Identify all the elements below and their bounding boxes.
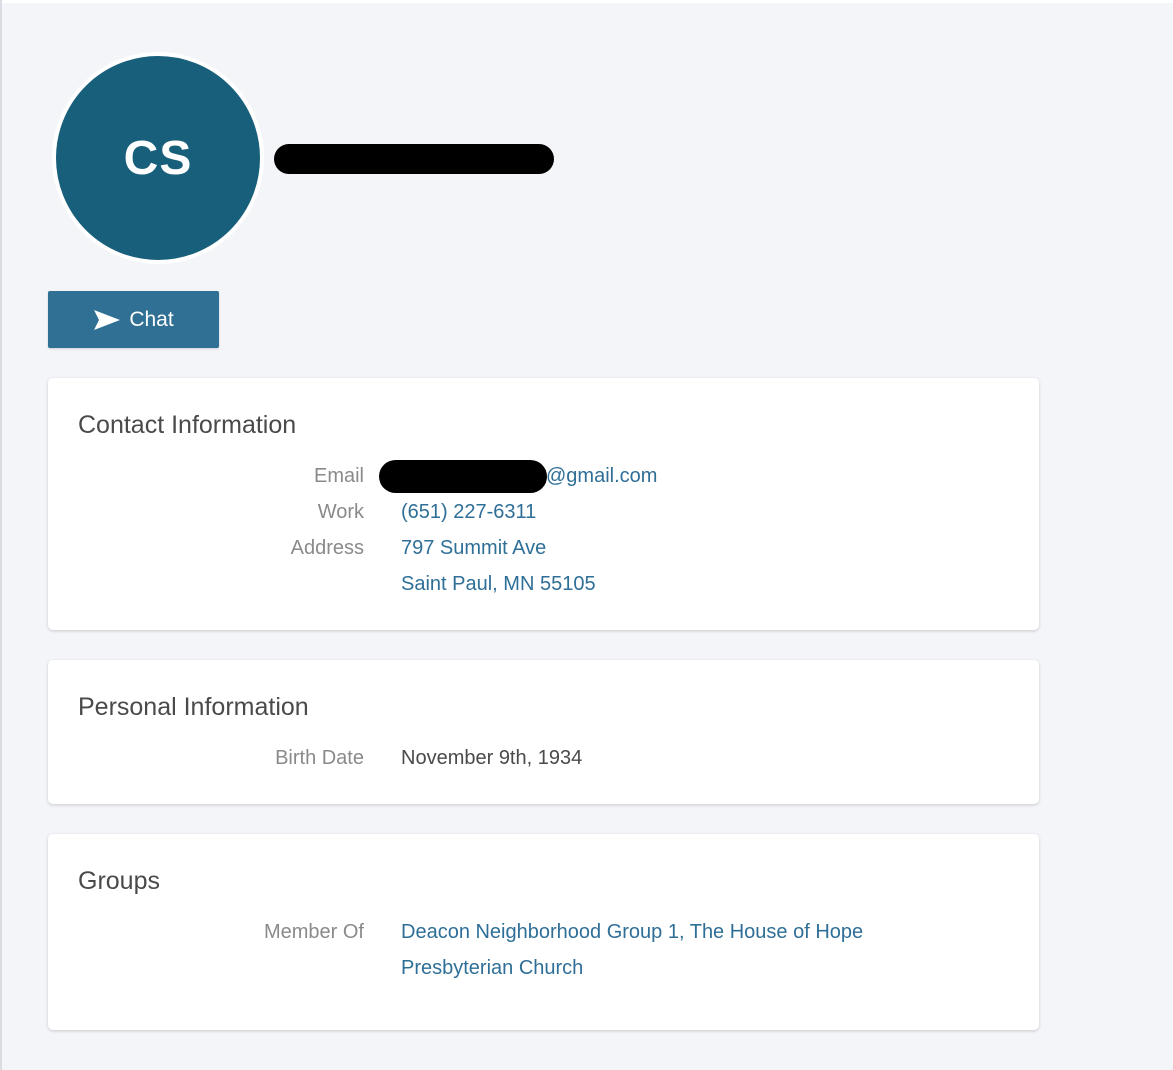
email-link[interactable]: @gmail.com xyxy=(546,458,657,494)
work-label: Work xyxy=(317,501,364,523)
member-of-row: Member Of Deacon Neighborhood Group 1, T… xyxy=(48,914,1039,950)
personal-information-title: Personal Information xyxy=(78,693,309,721)
address-label: Address xyxy=(290,537,364,559)
left-rule xyxy=(0,0,2,1070)
work-phone-link[interactable]: (651) 227-6311 xyxy=(401,494,536,530)
personal-information-card: Personal Information Birth Date November… xyxy=(48,660,1039,804)
chat-button[interactable]: Chat xyxy=(48,291,219,348)
address-line2-link[interactable]: Saint Paul, MN 55105 xyxy=(401,566,596,602)
avatar-initials: CS xyxy=(123,131,193,185)
contact-information-card: Contact Information Email @gmail.com Wor… xyxy=(48,378,1039,630)
profile-name xyxy=(274,136,564,184)
birth-date-label: Birth Date xyxy=(275,747,364,769)
member-of-line1-link[interactable]: Deacon Neighborhood Group 1, The House o… xyxy=(401,914,863,950)
profile-header: CS xyxy=(52,52,752,272)
name-redaction xyxy=(274,144,554,174)
birth-date-row: Birth Date November 9th, 1934 xyxy=(48,740,1039,776)
send-icon xyxy=(94,309,121,330)
groups-title: Groups xyxy=(78,867,160,895)
member-of-label: Member Of xyxy=(263,921,364,943)
member-of-line2-link[interactable]: Presbyterian Church xyxy=(401,950,583,986)
email-row: Email @gmail.com xyxy=(48,458,1039,494)
address-row-2: Saint Paul, MN 55105 xyxy=(48,566,1039,602)
member-of-row-2: Presbyterian Church xyxy=(48,950,1039,986)
address-line1-link[interactable]: 797 Summit Ave xyxy=(401,530,546,566)
birth-date-value: November 9th, 1934 xyxy=(401,747,583,769)
contact-information-title: Contact Information xyxy=(78,411,297,439)
work-row: Work (651) 227-6311 xyxy=(48,494,1039,530)
groups-card: Groups Member Of Deacon Neighborhood Gro… xyxy=(48,834,1039,1030)
avatar: CS xyxy=(52,52,264,264)
chat-button-label: Chat xyxy=(129,307,174,331)
email-label: Email xyxy=(313,465,364,487)
address-row: Address 797 Summit Ave xyxy=(48,530,1039,566)
top-rule xyxy=(0,0,1173,3)
email-redaction xyxy=(379,460,547,493)
